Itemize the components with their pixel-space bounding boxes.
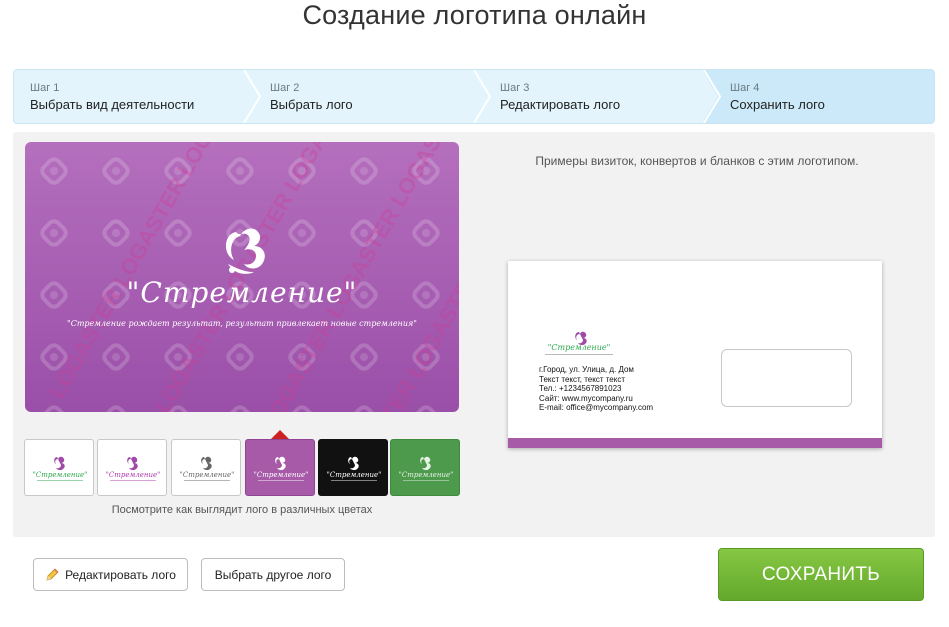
step-1[interactable]: Шаг 1 Выбрать вид деятельности — [14, 70, 245, 123]
step-2[interactable]: Шаг 2 Выбрать лого — [254, 70, 480, 123]
address-line: E-mail: office@mycompany.com — [539, 403, 654, 413]
address-line: Сайт: www.mycompany.ru — [539, 393, 633, 403]
swatch-logo-icon: "Стремление" — [254, 456, 309, 481]
swatches-caption: Посмотрите как выглядит лого в различных… — [111, 504, 373, 516]
swatch-white-grey[interactable]: "Стремление" — [171, 439, 241, 496]
address-line: г.Город, ул. Улица, д. Дом — [539, 365, 634, 374]
page: Создание логотипа онлайн Шаг 1 Выбрать в… — [0, 0, 949, 627]
swatch-logo-icon: "Стремление" — [180, 456, 235, 481]
step-3[interactable]: Шаг 3 Редактировать лого — [484, 70, 704, 123]
pencil-icon — [46, 567, 59, 581]
envelope-preview[interactable]: "Стремление" г.Город, ул. Улица, д. Дом … — [508, 261, 882, 448]
examples-description: Примеры визиток, конвертов и бланков с э… — [535, 154, 859, 168]
logo-preview: LOGASTER LOGASTER LOGASTER LOGASTER LOGA… — [25, 142, 459, 412]
step-label: Выбрать вид деятельности — [30, 97, 195, 112]
swatch-logo-icon: "Стремление" — [106, 456, 161, 481]
envelope-logo-name: "Стремление" — [548, 343, 611, 352]
choose-other-logo-label: Выбрать другое лого — [214, 567, 332, 582]
swatch-logo-icon: "Стремление" — [33, 456, 88, 481]
swatch-logo-icon: "Стремление" — [399, 456, 454, 481]
step-separator-icon — [702, 70, 722, 123]
envelope-address: г.Город, ул. Улица, д. Дом Текст текст, … — [539, 365, 653, 413]
choose-other-logo-button[interactable]: Выбрать другое лого — [201, 558, 345, 591]
step-label: Выбрать лого — [270, 97, 353, 112]
color-swatches: "Стремление" "Стремление" "Стремление" "… — [24, 439, 460, 497]
selected-swatch-arrow-icon — [271, 430, 289, 439]
step-number: Шаг 3 — [500, 82, 530, 94]
logo-panel: LOGASTER LOGASTER LOGASTER LOGASTER LOGA… — [13, 132, 935, 537]
address-line: Тел.: +1234567891023 — [539, 384, 622, 394]
step-number: Шаг 2 — [270, 82, 300, 94]
envelope-window — [721, 349, 852, 407]
step-label: Редактировать лого — [500, 97, 621, 112]
address-line: Текст текст, текст текст — [539, 374, 625, 384]
swatch-purple[interactable]: "Стремление" — [245, 439, 315, 496]
steps-bar: Шаг 1 Выбрать вид деятельности Шаг 2 Выб… — [13, 69, 935, 124]
swatch-logo-name: "Стремление" — [106, 471, 161, 479]
logo-name: "Стремление" — [126, 276, 358, 309]
swatch-logo-name: "Стремление" — [399, 471, 454, 479]
swatch-black[interactable]: "Стремление" — [318, 439, 388, 496]
step-4[interactable]: Шаг 4 Сохранить лого — [704, 70, 934, 123]
step-label: Сохранить лого — [730, 97, 825, 112]
logo-mark-icon — [225, 228, 265, 274]
swatch-logo-name: "Стремление" — [327, 471, 382, 479]
edit-logo-button[interactable]: Редактировать лого — [33, 558, 188, 591]
swatch-logo-name: "Стремление" — [180, 471, 235, 479]
logo-slogan: "Стремление рождает результат, результат… — [67, 319, 417, 328]
swatch-white-pink[interactable]: "Стремление" — [97, 439, 167, 496]
envelope-logo: "Стремление" — [545, 331, 613, 355]
envelope-accent-bar — [508, 438, 882, 448]
save-button[interactable]: СОХРАНИТЬ — [718, 548, 924, 601]
page-title: Создание логотипа онлайн — [302, 0, 647, 30]
swatch-logo-icon: "Стремление" — [327, 456, 382, 481]
swatch-logo-name: "Стремление" — [33, 471, 88, 479]
swatch-green[interactable]: "Стремление" — [390, 439, 460, 496]
step-number: Шаг 4 — [730, 82, 760, 94]
step-number: Шаг 1 — [30, 82, 60, 94]
edit-logo-label: Редактировать лого — [65, 567, 176, 582]
save-label: СОХРАНИТЬ — [761, 563, 881, 585]
swatch-white-green[interactable]: "Стремление" — [24, 439, 94, 496]
swatch-logo-name: "Стремление" — [254, 471, 309, 479]
